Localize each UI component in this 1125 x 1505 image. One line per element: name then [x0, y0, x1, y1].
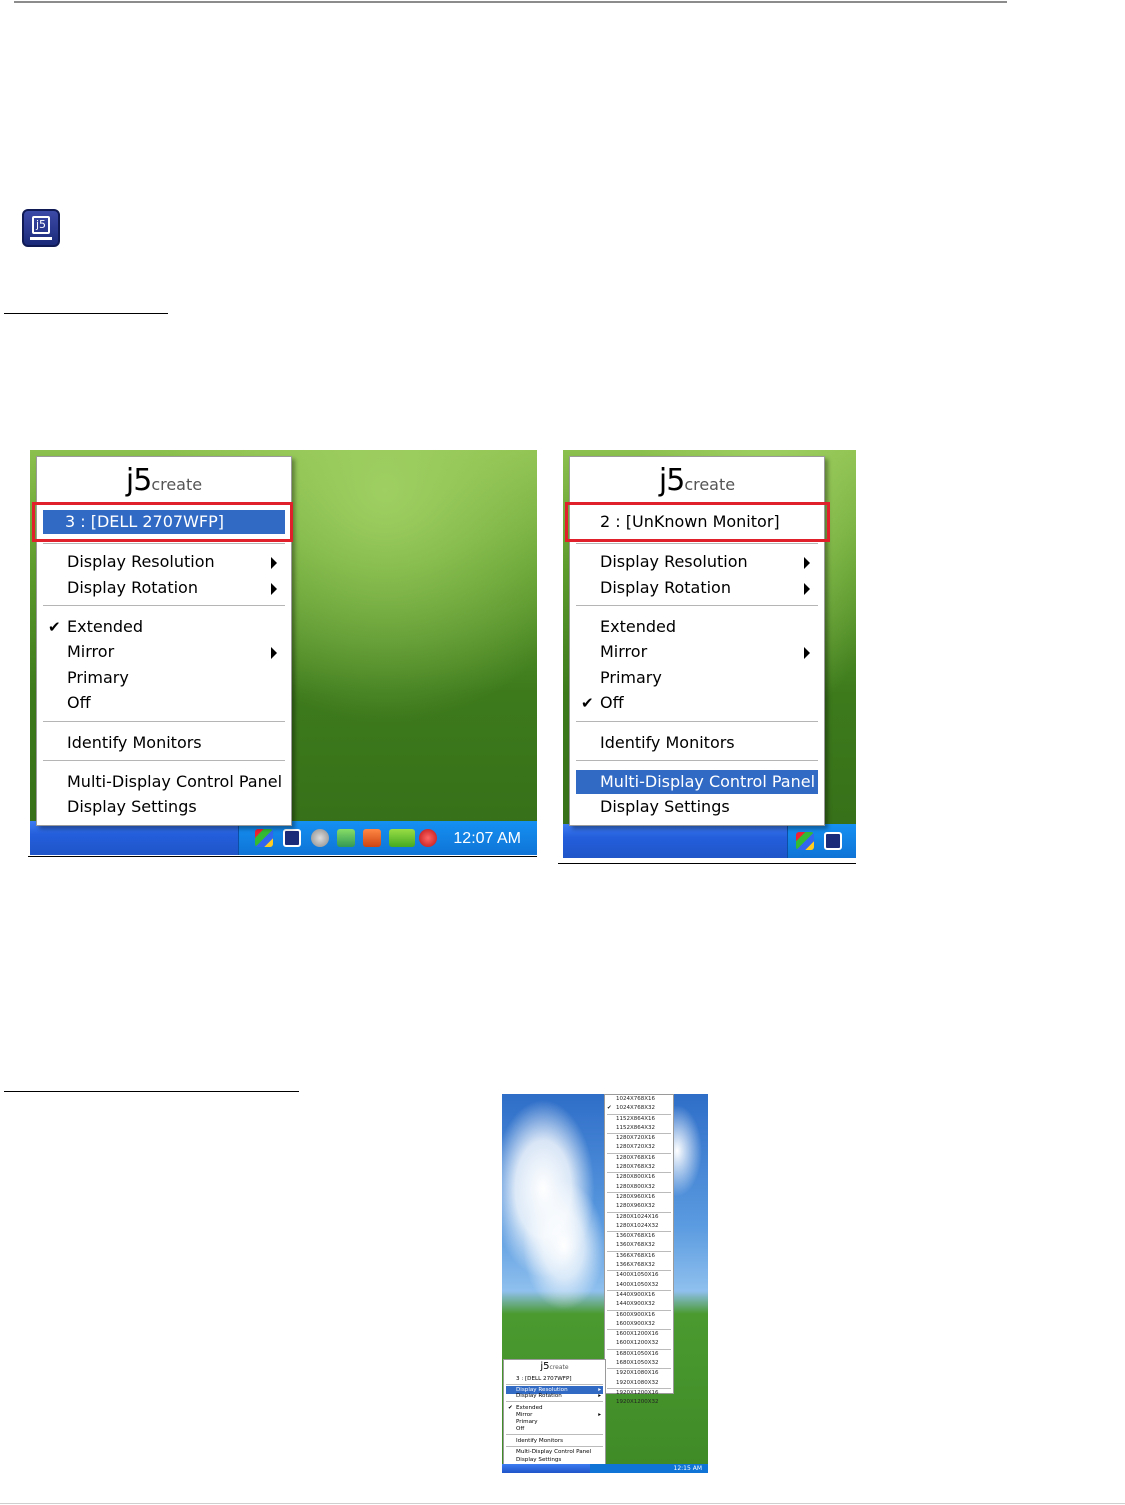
- taskbar: 12:15 AM: [502, 1464, 708, 1473]
- menu-control-panel[interactable]: Multi-Display Control Panel: [506, 1448, 603, 1456]
- menu-off[interactable]: Off: [506, 1425, 603, 1433]
- resolution-option[interactable]: 1600X1200X32: [605, 1339, 673, 1348]
- system-tray: 12:15 AM: [590, 1464, 708, 1473]
- menu-control-panel[interactable]: Multi-Display Control Panel: [576, 770, 818, 794]
- header-rule: [14, 1, 1007, 3]
- resolution-option[interactable]: 1024X768X16: [605, 1095, 673, 1104]
- j5-tray-icon: j5: [22, 209, 60, 247]
- resolution-option[interactable]: 1152X864X32: [605, 1124, 673, 1133]
- footer-rule: [0, 1503, 1125, 1504]
- menu-display-resolution[interactable]: Display Resolution: [576, 550, 818, 574]
- windows-flag-icon[interactable]: [255, 829, 273, 847]
- heading-underline: [4, 313, 168, 314]
- j5create-logo: j5create: [540, 1361, 569, 1372]
- resolution-option[interactable]: 1920X1200X32: [605, 1398, 673, 1407]
- menu-display-settings[interactable]: Display Settings: [506, 1456, 603, 1464]
- resolution-option[interactable]: 1366X768X32: [605, 1261, 673, 1270]
- resolution-option[interactable]: 1600X900X32: [605, 1320, 673, 1329]
- network-icon[interactable]: [311, 829, 329, 847]
- resolution-option[interactable]: 1360X768X16: [605, 1232, 673, 1241]
- resolution-option[interactable]: 1600X900X16: [605, 1311, 673, 1320]
- submenu-arrow-icon: [271, 647, 277, 659]
- resolution-option[interactable]: 1920X1080X16: [605, 1369, 673, 1378]
- resolution-option[interactable]: 1280X800X32: [605, 1183, 673, 1192]
- menu-extended[interactable]: Extended: [576, 615, 818, 639]
- screenshot-extended-menu: 12:07 AM j5create 3 : [DELL 2707WFP] Dis…: [30, 450, 537, 855]
- resolution-submenu: 1024X768X16 ✔ 1024X768X32 1152X864X16 1152X8…: [604, 1094, 674, 1405]
- resolution-option[interactable]: 1280X1024X32: [605, 1222, 673, 1231]
- menu-display-rotation[interactable]: Display Rotation: [576, 576, 818, 600]
- menu-display-resolution[interactable]: Display Resolution: [43, 550, 285, 574]
- resolution-option[interactable]: 1600X1200X16: [605, 1330, 673, 1339]
- j5-icon-label: j5: [32, 216, 50, 234]
- screenshot-off-menu: j5create 2 : [UnKnown Monitor] Display R…: [563, 450, 856, 858]
- submenu-arrow-icon: [804, 557, 810, 569]
- resolution-option[interactable]: 1440X900X32: [605, 1300, 673, 1309]
- menu-display-settings[interactable]: Display Settings: [576, 795, 818, 819]
- submenu-arrow-icon: [804, 647, 810, 659]
- menu-control-panel[interactable]: Multi-Display Control Panel: [43, 770, 285, 794]
- resolution-option[interactable]: 1280X1024X16: [605, 1213, 673, 1222]
- heading-underline: [4, 1091, 299, 1092]
- menu-mirror[interactable]: Mirror: [43, 640, 285, 664]
- submenu-arrow-icon: [271, 583, 277, 595]
- menu-display-rotation[interactable]: Display Rotation: [43, 576, 285, 600]
- menu-identify-monitors[interactable]: Identify Monitors: [43, 731, 285, 755]
- resolution-option[interactable]: 1920X1200X16: [605, 1389, 673, 1398]
- resolution-option[interactable]: 1280X800X16: [605, 1173, 673, 1182]
- connection-icon[interactable]: [337, 829, 355, 847]
- j5-icon[interactable]: [824, 832, 842, 850]
- menu-off[interactable]: ✔ Off: [576, 691, 818, 715]
- taskbar: [563, 824, 856, 858]
- resolution-option[interactable]: 1680X1050X16: [605, 1350, 673, 1359]
- j5create-logo: j5create: [125, 463, 203, 498]
- menu-identify-monitors[interactable]: Identify Monitors: [576, 731, 818, 755]
- checkmark-icon: ✔: [581, 694, 594, 712]
- system-tray: 12:07 AM: [238, 821, 537, 855]
- resolution-option[interactable]: 1280X768X16: [605, 1154, 673, 1163]
- j5-icon[interactable]: [283, 829, 301, 847]
- resolution-option[interactable]: ✔ 1024X768X32: [605, 1104, 673, 1113]
- resolution-option[interactable]: 1400X1050X32: [605, 1281, 673, 1290]
- menu-display-rotation[interactable]: Display Rotation ▸: [506, 1392, 603, 1400]
- resolution-option[interactable]: 1280X720X32: [605, 1143, 673, 1152]
- nvidia-icon[interactable]: [389, 829, 415, 847]
- resolution-option[interactable]: 1152X864X16: [605, 1115, 673, 1124]
- resolution-option[interactable]: 1280X960X16: [605, 1193, 673, 1202]
- resolution-option[interactable]: 1360X768X32: [605, 1241, 673, 1250]
- security-shield-icon[interactable]: [419, 829, 437, 847]
- resolution-option[interactable]: 1440X900X16: [605, 1291, 673, 1300]
- j5-context-menu-small: j5create 3 : [DELL 2707WFP] Display Reso…: [503, 1359, 606, 1465]
- menu-display-settings[interactable]: Display Settings: [43, 795, 285, 819]
- windows-flag-icon[interactable]: [796, 832, 814, 850]
- taskbar: 12:07 AM: [30, 821, 537, 855]
- resolution-option[interactable]: 1280X768X32: [605, 1163, 673, 1172]
- volume-icon[interactable]: [363, 829, 381, 847]
- checkmark-icon: ✔: [607, 1105, 612, 1112]
- menu-identify-monitors[interactable]: Identify Monitors: [506, 1437, 603, 1445]
- resolution-option[interactable]: 1366X768X16: [605, 1252, 673, 1261]
- submenu-arrow-icon: [804, 583, 810, 595]
- resolution-option[interactable]: 1400X1050X16: [605, 1271, 673, 1280]
- resolution-option[interactable]: 1280X960X32: [605, 1202, 673, 1211]
- menu-primary[interactable]: Primary: [576, 666, 818, 690]
- screenshot-resolution-submenu: 1024X768X16 ✔ 1024X768X32 1152X864X16 1152X8…: [502, 1094, 708, 1473]
- menu-off[interactable]: Off: [43, 691, 285, 715]
- resolution-label: 1024X768X32: [616, 1105, 656, 1112]
- menu-primary[interactable]: Primary: [43, 666, 285, 690]
- resolution-option[interactable]: 1280X720X16: [605, 1134, 673, 1143]
- resolution-option[interactable]: 1680X1050X32: [605, 1359, 673, 1368]
- resolution-option[interactable]: 1920X1080X32: [605, 1379, 673, 1388]
- taskbar-clock: 12:07 AM: [453, 830, 521, 847]
- checkmark-icon: ✔: [48, 618, 61, 636]
- highlight-box: [32, 502, 293, 542]
- submenu-arrow-icon: [271, 557, 277, 569]
- highlight-box: [565, 502, 830, 542]
- monitor-item[interactable]: 3 : [DELL 2707WFP]: [506, 1375, 603, 1383]
- system-tray: [787, 824, 856, 858]
- j5create-logo: j5create: [658, 463, 736, 498]
- taskbar-clock: 12:15 AM: [673, 1465, 702, 1472]
- menu-mirror[interactable]: Mirror: [576, 640, 818, 664]
- menu-extended[interactable]: ✔ Extended: [43, 615, 285, 639]
